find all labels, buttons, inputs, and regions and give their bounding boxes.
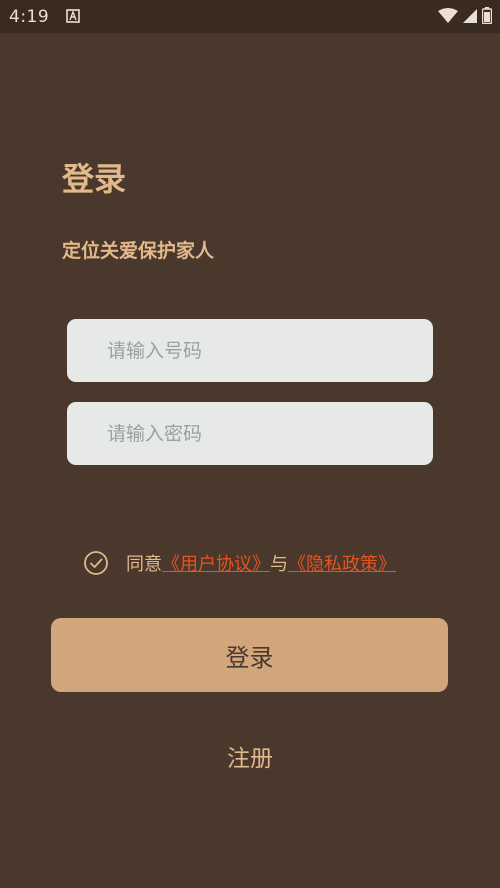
status-indicators xyxy=(438,7,492,24)
password-input[interactable] xyxy=(67,402,433,465)
page-title: 登录 xyxy=(62,160,127,198)
agree-prefix: 同意 xyxy=(126,554,162,575)
signal-icon xyxy=(463,8,477,23)
login-button[interactable]: 登录 xyxy=(51,618,448,692)
phone-input[interactable] xyxy=(67,319,433,382)
status-bar: 4:19 xyxy=(0,0,500,33)
wifi-icon xyxy=(438,7,458,23)
register-link[interactable]: 注册 xyxy=(0,739,500,773)
user-agreement-link[interactable]: 《用户协议》 xyxy=(162,550,270,576)
notification-icon xyxy=(66,9,80,23)
status-time: 4:19 xyxy=(9,7,50,27)
privacy-policy-link[interactable]: 《隐私政策》 xyxy=(288,550,396,576)
agree-checkbox-icon[interactable] xyxy=(83,550,109,576)
page-subtitle: 定位关爱保护家人 xyxy=(62,240,215,262)
battery-icon xyxy=(482,7,492,24)
agree-and: 与 xyxy=(270,554,288,575)
agreement-row: 同意 《用户协议》 与 《隐私政策》 xyxy=(83,550,396,576)
